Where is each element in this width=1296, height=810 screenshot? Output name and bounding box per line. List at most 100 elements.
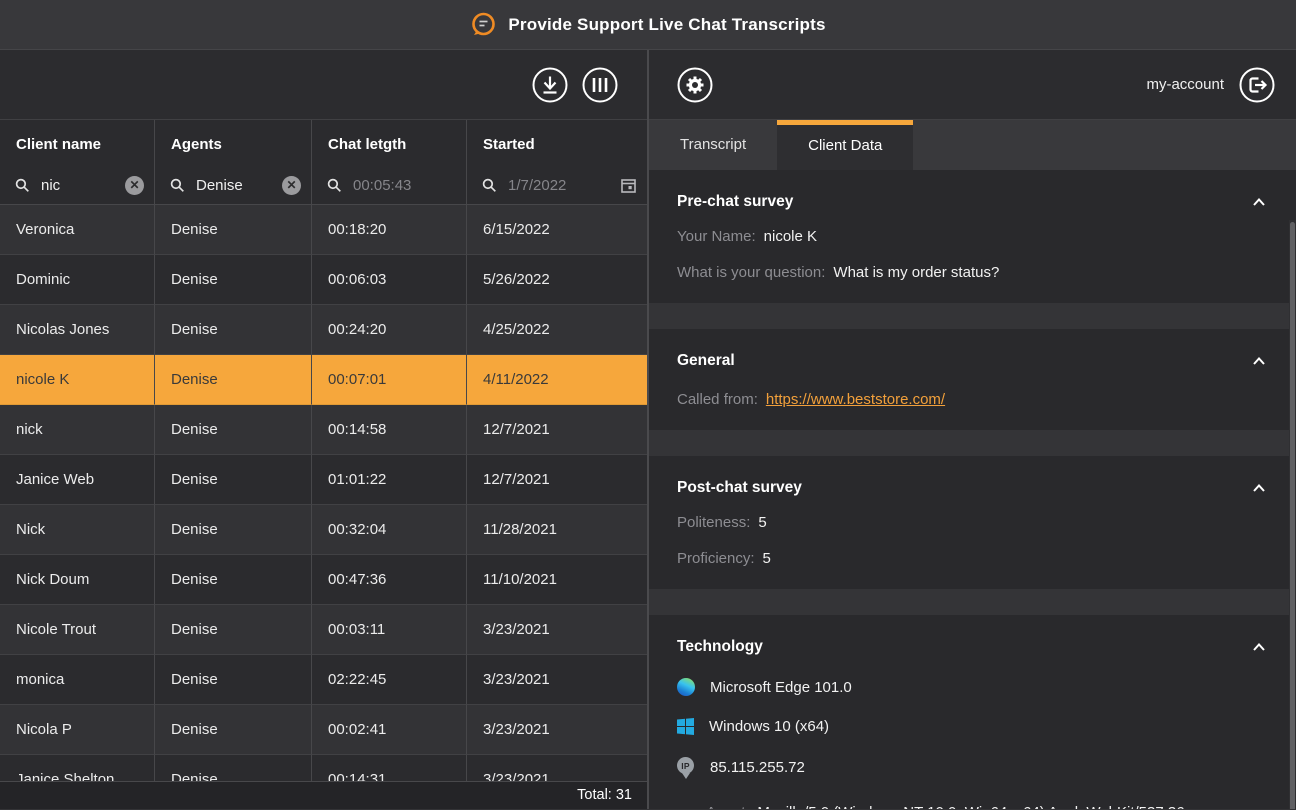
table-row[interactable]: Nick DoumDenise00:47:3611/10/2021 (0, 555, 647, 605)
table-cell[interactable]: Denise (155, 655, 312, 705)
table-cell[interactable]: 02:22:45 (312, 655, 467, 705)
column-header-agents[interactable]: Agents (155, 120, 312, 166)
table-row[interactable]: Nicola PDenise00:02:413/23/2021 (0, 705, 647, 755)
table-cell[interactable]: 6/15/2022 (467, 205, 647, 255)
table-cell[interactable]: 3/23/2021 (467, 605, 647, 655)
app-window: Provide Support Live Chat Transcripts (0, 0, 1296, 810)
collapse-section-icon[interactable] (1250, 641, 1268, 653)
table-cell[interactable]: Nick (0, 505, 155, 555)
user-agent-value: Mozilla/5.0 (Windows NT 10.0; Win64; x64… (677, 804, 1185, 809)
table-cell[interactable]: Dominic (0, 255, 155, 305)
table-row[interactable]: nickDenise00:14:5812/7/2021 (0, 405, 647, 455)
table-cell[interactable]: Denise (155, 305, 312, 355)
table-cell[interactable]: Nicolas Jones (0, 305, 155, 355)
section-post-chat-survey: Post-chat survey Politeness:5 Proficienc… (649, 456, 1296, 589)
table-cell[interactable]: Nicole Trout (0, 605, 155, 655)
table-cell[interactable]: 11/10/2021 (467, 555, 647, 605)
search-icon (170, 178, 185, 193)
table-cell[interactable]: 4/25/2022 (467, 305, 647, 355)
column-header-chat-length[interactable]: Chat letgth (312, 120, 467, 166)
section-pre-chat-survey: Pre-chat survey Your Name:nicole K What … (649, 170, 1296, 303)
scrollbar[interactable] (1289, 220, 1296, 809)
called-from-link[interactable]: https://www.beststore.com/ (766, 391, 945, 408)
table-cell[interactable]: 4/11/2022 (467, 355, 647, 405)
table-row[interactable]: NickDenise00:32:0411/28/2021 (0, 505, 647, 555)
table-row[interactable]: VeronicaDenise00:18:206/15/2022 (0, 205, 647, 255)
table-cell[interactable]: monica (0, 655, 155, 705)
table-row[interactable]: Nicole TroutDenise00:03:113/23/2021 (0, 605, 647, 655)
table-cell[interactable]: nick (0, 405, 155, 455)
logout-button[interactable] (1238, 66, 1276, 104)
settings-button[interactable] (676, 66, 714, 104)
collapse-section-icon[interactable] (1250, 355, 1268, 367)
table-cell[interactable]: Denise (155, 505, 312, 555)
table-cell[interactable]: 00:14:58 (312, 405, 467, 455)
tab-client-data[interactable]: Client Data (777, 120, 913, 170)
section-technology: Technology Microsoft Edge 101.0 Windows … (649, 615, 1296, 809)
collapse-section-icon[interactable] (1250, 196, 1268, 208)
field-proficiency: Proficiency:5 (677, 549, 1268, 569)
table-cell[interactable]: 00:18:20 (312, 205, 467, 255)
table-cell[interactable]: 00:07:01 (312, 355, 467, 405)
tab-transcript[interactable]: Transcript (649, 120, 777, 170)
user-agent-row: userAgentMozilla/5.0 (Windows NT 10.0; W… (677, 803, 1268, 809)
edge-browser-icon (677, 678, 695, 696)
table-cell[interactable]: Denise (155, 355, 312, 405)
agents-filter-input[interactable] (194, 176, 273, 195)
table-row[interactable]: Janice WebDenise01:01:2212/7/2021 (0, 455, 647, 505)
account-label: my-account (1146, 76, 1224, 93)
table-cell[interactable]: 01:01:22 (312, 455, 467, 505)
table-cell[interactable]: 3/23/2021 (467, 705, 647, 755)
table-row[interactable]: Nicolas JonesDenise00:24:204/25/2022 (0, 305, 647, 355)
table-row[interactable]: monicaDenise02:22:453/23/2021 (0, 655, 647, 705)
table-cell[interactable]: Veronica (0, 205, 155, 255)
table-cell[interactable]: Denise (155, 255, 312, 305)
table-cell[interactable]: Denise (155, 605, 312, 655)
app-bar: Provide Support Live Chat Transcripts (0, 0, 1296, 50)
table-cell[interactable]: 11/28/2021 (467, 505, 647, 555)
table-cell[interactable]: Denise (155, 705, 312, 755)
column-header-started[interactable]: Started (467, 120, 647, 166)
collapse-section-icon[interactable] (1250, 482, 1268, 494)
table-row[interactable]: DominicDenise00:06:035/26/2022 (0, 255, 647, 305)
column-chooser-button[interactable] (581, 66, 619, 104)
ip-address-icon: IP (677, 757, 695, 775)
table-cell[interactable]: 5/26/2022 (467, 255, 647, 305)
filter-cell-chat-length (312, 166, 467, 205)
clear-filter-icon[interactable]: ✕ (125, 176, 144, 195)
tech-item-ip: IP 85.115.255.72 (677, 757, 1268, 778)
table-cell[interactable]: Janice Web (0, 455, 155, 505)
right-toolbar: my-account (649, 50, 1296, 120)
client-name-filter-input[interactable] (39, 176, 116, 195)
table-cell[interactable]: Nick Doum (0, 555, 155, 605)
table-cell[interactable]: 3/23/2021 (467, 655, 647, 705)
field-called-from: Called from:https://www.beststore.com/ (677, 390, 1268, 410)
section-general: General Called from:https://www.beststor… (649, 329, 1296, 430)
table-cell[interactable]: 00:06:03 (312, 255, 467, 305)
filter-cell-agents: ✕ (155, 166, 312, 205)
table-cell[interactable]: Denise (155, 555, 312, 605)
table-cell[interactable]: Denise (155, 405, 312, 455)
table-row-selected[interactable]: nicole KDenise00:07:014/11/2022 (0, 355, 647, 405)
table-cell[interactable]: 00:32:04 (312, 505, 467, 555)
table-cell[interactable]: nicole K (0, 355, 155, 405)
tab-bar: Transcript Client Data (649, 120, 1296, 170)
table-cell[interactable]: 00:24:20 (312, 305, 467, 355)
scrollbar-thumb[interactable] (1290, 222, 1295, 809)
started-filter-input[interactable] (506, 176, 611, 195)
table-footer: Total: 31 (0, 781, 647, 809)
table-cell[interactable]: 00:02:41 (312, 705, 467, 755)
chat-length-filter-input[interactable] (351, 176, 456, 195)
calendar-icon[interactable] (620, 177, 637, 194)
table-cell[interactable]: 00:03:11 (312, 605, 467, 655)
clear-filter-icon[interactable]: ✕ (282, 176, 301, 195)
table-cell[interactable]: 12/7/2021 (467, 455, 647, 505)
download-button[interactable] (531, 66, 569, 104)
table-cell[interactable]: Nicola P (0, 705, 155, 755)
column-header-client-name[interactable]: Client name (0, 120, 155, 166)
section-title: Technology (677, 638, 763, 656)
table-cell[interactable]: 12/7/2021 (467, 405, 647, 455)
table-cell[interactable]: Denise (155, 455, 312, 505)
table-cell[interactable]: 00:47:36 (312, 555, 467, 605)
table-cell[interactable]: Denise (155, 205, 312, 255)
